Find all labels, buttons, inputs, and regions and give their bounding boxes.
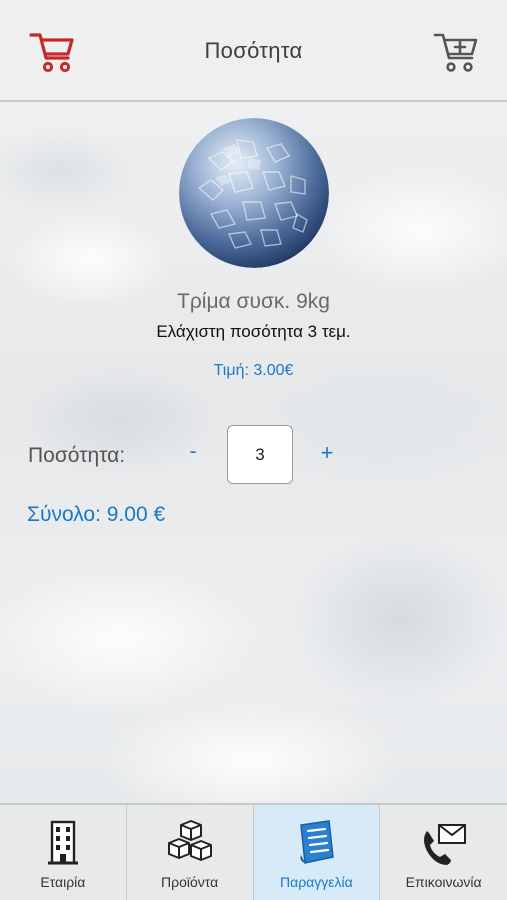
order-list-icon bbox=[300, 820, 335, 864]
ice-cubes-icon bbox=[167, 820, 212, 861]
increase-quantity-button[interactable]: + bbox=[316, 440, 338, 468]
nav-item-order[interactable]: Παραγγελία bbox=[253, 805, 381, 900]
nav-label-contact: Επικοινωνία bbox=[405, 874, 482, 890]
nav-label-order: Παραγγελία bbox=[280, 874, 353, 890]
nav-label-company: Εταιρία bbox=[40, 874, 86, 890]
cart-add-icon bbox=[433, 33, 478, 72]
crushed-ice-image bbox=[179, 118, 329, 268]
order-total: Σύνολο: 9.00 € bbox=[27, 503, 166, 526]
nav-item-contact[interactable]: Επικοινωνία bbox=[380, 805, 507, 900]
bottom-navigation: Εταιρία Προϊόντα Παραγγελία Επικοινωνία bbox=[0, 803, 507, 900]
phone-mail-icon bbox=[423, 824, 466, 865]
quantity-label: Ποσότητα: bbox=[28, 444, 126, 467]
building-icon bbox=[47, 820, 78, 865]
nav-label-products: Προϊόντα bbox=[161, 874, 219, 890]
min-quantity-note: Ελάχιστη ποσότητα 3 τεμ. bbox=[156, 322, 351, 341]
decrease-quantity-button[interactable]: - bbox=[182, 440, 204, 468]
nav-item-company[interactable]: Εταιρία bbox=[0, 805, 127, 900]
product-name: Τρίμα συσκ. 9kg bbox=[177, 290, 330, 313]
app-header: Ποσότητα bbox=[0, 0, 507, 102]
nav-item-products[interactable]: Προϊόντα bbox=[127, 805, 254, 900]
unit-price: Τιμή: 3.00€ bbox=[213, 362, 294, 379]
product-image bbox=[179, 118, 329, 268]
add-to-cart-button[interactable] bbox=[432, 30, 482, 76]
page-title: Ποσότητα bbox=[204, 38, 303, 63]
quantity-input[interactable] bbox=[227, 425, 293, 484]
